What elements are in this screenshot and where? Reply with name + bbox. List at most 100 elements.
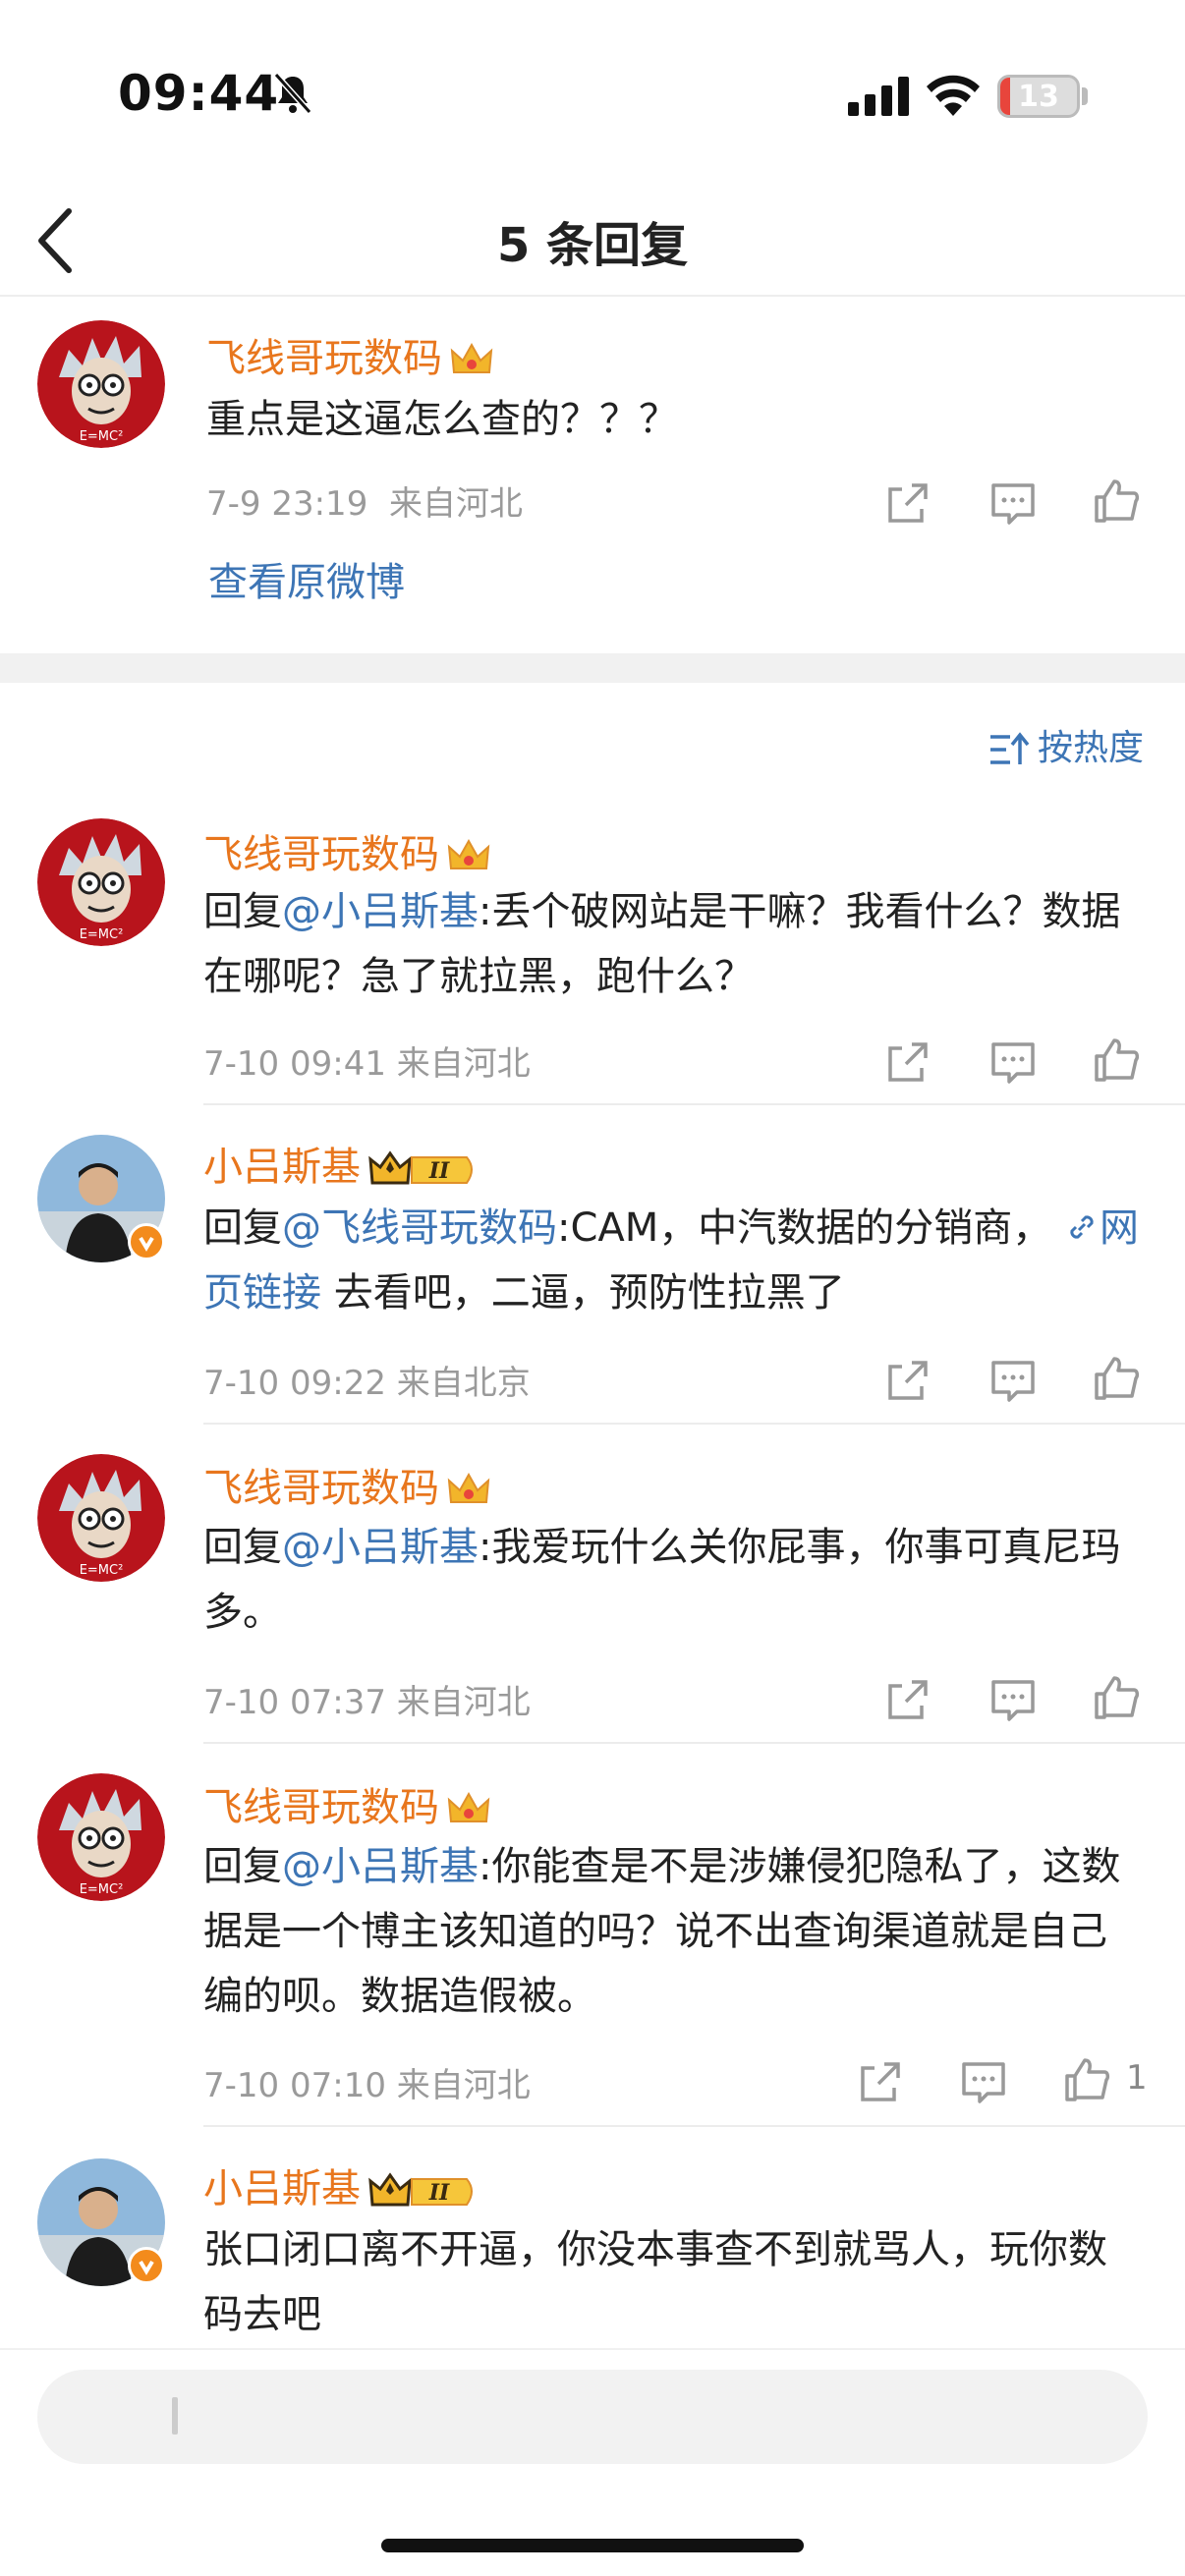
avatar[interactable]: E=MC² xyxy=(37,1773,165,1901)
home-indicator xyxy=(381,2539,804,2552)
reply-body-tail: 去看吧，二逼，预防性拉黑了 xyxy=(321,1270,845,1316)
like-icon[interactable] xyxy=(1091,1353,1142,1404)
bell-muted-icon xyxy=(273,72,312,115)
reply-text: 回复@小吕斯基:丢个破网站是干嘛？我看什么？数据在哪呢？急了就拉黑，跑什么？ xyxy=(203,879,1146,1009)
share-icon[interactable] xyxy=(855,2056,906,2107)
username-text: 小吕斯基 xyxy=(203,1145,361,1190)
username[interactable]: 飞线哥玩数码 xyxy=(203,1775,490,1832)
like-icon[interactable] xyxy=(1091,476,1142,527)
reply-text: 张口闭口离不开逼，你没本事查不到就骂人，玩你数码去吧 xyxy=(203,2227,1107,2337)
reply-prefix: 回复 xyxy=(203,1525,282,1570)
comment-time: 7-10 09:22 xyxy=(203,1364,386,1403)
rick-avatar-icon: E=MC² xyxy=(37,818,165,946)
share-icon[interactable] xyxy=(882,477,933,529)
comment-time: 7-9 23:19 xyxy=(206,484,368,524)
avatar[interactable]: E=MC² xyxy=(37,818,165,946)
view-original-link[interactable]: 查看原微博 xyxy=(208,550,405,607)
reply-prefix: 回复 xyxy=(203,1844,282,1889)
crown-icon xyxy=(447,1472,490,1503)
comment-text: 重点是这逼怎么查的？？？ xyxy=(206,397,678,442)
username-text: 飞线哥玩数码 xyxy=(203,1785,439,1830)
comment-time: 7-10 09:41 xyxy=(203,1044,386,1084)
reply-prefix: 回复 xyxy=(203,1205,282,1251)
vip-crown-level-icon: II xyxy=(368,2172,473,2207)
username[interactable]: 飞线哥玩数码 xyxy=(203,1456,490,1513)
svg-text:II: II xyxy=(428,2180,450,2206)
vip-crown-level-icon: II xyxy=(368,1150,473,1185)
battery-tip xyxy=(1082,87,1088,105)
svg-text:E=MC²: E=MC² xyxy=(80,927,124,942)
avatar[interactable]: E=MC² xyxy=(37,1454,165,1582)
sort-label: 按热度 xyxy=(1037,728,1144,768)
avatar[interactable]: E=MC² xyxy=(37,320,165,448)
verified-badge-icon xyxy=(128,1223,165,1260)
share-icon[interactable] xyxy=(882,1674,933,1725)
reply-input[interactable] xyxy=(37,2370,1148,2464)
reply-item: 小吕斯基 II 张口闭口离不开逼，你没本事查不到就骂人，玩你数码去吧 xyxy=(0,2127,1185,2348)
share-icon[interactable] xyxy=(882,1036,933,1088)
comment-icon[interactable] xyxy=(988,1674,1039,1725)
crown-icon xyxy=(447,838,490,869)
comment-location: 来自河北 xyxy=(396,1044,531,1084)
svg-text:E=MC²: E=MC² xyxy=(80,1882,124,1897)
comment-icon[interactable] xyxy=(958,2056,1009,2107)
svg-text:E=MC²: E=MC² xyxy=(80,1563,124,1578)
like-icon[interactable] xyxy=(1091,1672,1142,1723)
sort-icon xyxy=(989,732,1030,764)
like-icon[interactable] xyxy=(1061,2054,1112,2105)
comment-location: 来自河北 xyxy=(396,1683,531,1722)
username[interactable]: 飞线哥玩数码 xyxy=(203,822,490,879)
rick-avatar-icon: E=MC² xyxy=(37,1454,165,1582)
comment-time: 7-10 07:37 xyxy=(203,1683,386,1722)
page-title: 5 条回复 xyxy=(496,218,689,273)
comment-meta: 7-10 09:22 来自北京 xyxy=(203,1356,531,1404)
reply-item: E=MC² 飞线哥玩数码 回复@小吕斯基:丢个破网站是干嘛？我看什么？数据在哪呢… xyxy=(0,801,1185,1105)
section-divider xyxy=(0,653,1185,683)
crown-icon xyxy=(447,1791,490,1822)
battery-icon: 13 xyxy=(997,75,1080,118)
reply-text: 回复@飞线哥玩数码:CAM，中汽数据的分销商， 网页链接 去看吧，二逼，预防性拉… xyxy=(203,1196,1146,1325)
mention-link[interactable]: @飞线哥玩数码 xyxy=(282,1205,557,1251)
rick-avatar-icon: E=MC² xyxy=(37,320,165,448)
comment-location: 来自河北 xyxy=(388,484,523,524)
comment-location: 来自河北 xyxy=(396,2066,531,2105)
mention-link[interactable]: @小吕斯基 xyxy=(282,889,479,934)
reply-body: :CAM，中汽数据的分销商， xyxy=(557,1205,1052,1251)
comment-meta: 7-10 07:10 来自河北 xyxy=(203,2058,531,2106)
username[interactable]: 飞线哥玩数码 xyxy=(206,326,493,383)
rick-avatar-icon: E=MC² xyxy=(37,1773,165,1901)
reply-input-bar xyxy=(0,2348,1185,2576)
username[interactable]: 小吕斯基 II xyxy=(203,1135,479,1192)
sort-by-hot-button[interactable]: 按热度 xyxy=(988,719,1144,770)
comment-icon[interactable] xyxy=(988,477,1039,529)
comment-location: 来自北京 xyxy=(396,1364,531,1403)
username-text: 小吕斯基 xyxy=(203,2166,361,2212)
nav-bar: 5 条回复 xyxy=(0,187,1185,297)
reply-text: 回复@小吕斯基:我爱玩什么关你屁事，你事可真尼玛多。 xyxy=(203,1515,1146,1645)
svg-text:E=MC²: E=MC² xyxy=(80,429,124,444)
text-caret xyxy=(172,2397,178,2435)
link-icon xyxy=(1070,1215,1094,1239)
reply-item: E=MC² 飞线哥玩数码 回复@小吕斯基:你能查是不是涉嫌侵犯隐私了，这数据是一… xyxy=(0,1744,1185,2127)
username[interactable]: 小吕斯基 II xyxy=(203,2156,479,2213)
mention-link[interactable]: @小吕斯基 xyxy=(282,1844,479,1889)
comment-icon[interactable] xyxy=(988,1036,1039,1088)
mention-link[interactable]: @小吕斯基 xyxy=(282,1525,479,1570)
reply-page: 09:44 13 5 条回复 E=MC² 飞线哥玩数码 重点是这逼怎么查的？？？… xyxy=(0,0,1185,2576)
like-count: 1 xyxy=(1126,2058,1148,2098)
comment-meta: 7-10 07:37 来自河北 xyxy=(203,1675,531,1723)
crown-icon xyxy=(450,342,493,373)
svg-text:II: II xyxy=(428,1158,450,1184)
reply-item: 小吕斯基 II 回复@飞线哥玩数码:CAM，中汽数据的分销商， 网页链接 去看吧，… xyxy=(0,1105,1185,1425)
wifi-icon xyxy=(927,75,980,116)
comment-icon[interactable] xyxy=(988,1355,1039,1406)
reply-item: E=MC² 飞线哥玩数码 回复@小吕斯基:我爱玩什么关你屁事，你事可真尼玛多。 … xyxy=(0,1425,1185,1744)
share-icon[interactable] xyxy=(882,1355,933,1406)
username-text: 飞线哥玩数码 xyxy=(203,1466,439,1511)
comment-meta: 7-10 09:41 来自河北 xyxy=(203,1036,531,1085)
username-text: 飞线哥玩数码 xyxy=(206,336,442,381)
verified-badge-icon xyxy=(128,2247,165,2284)
original-comment: E=MC² 飞线哥玩数码 重点是这逼怎么查的？？？ 7-9 23:19 来自河北… xyxy=(0,297,1185,653)
like-icon[interactable] xyxy=(1091,1035,1142,1086)
comment-meta: 7-9 23:19 来自河北 xyxy=(206,476,523,525)
